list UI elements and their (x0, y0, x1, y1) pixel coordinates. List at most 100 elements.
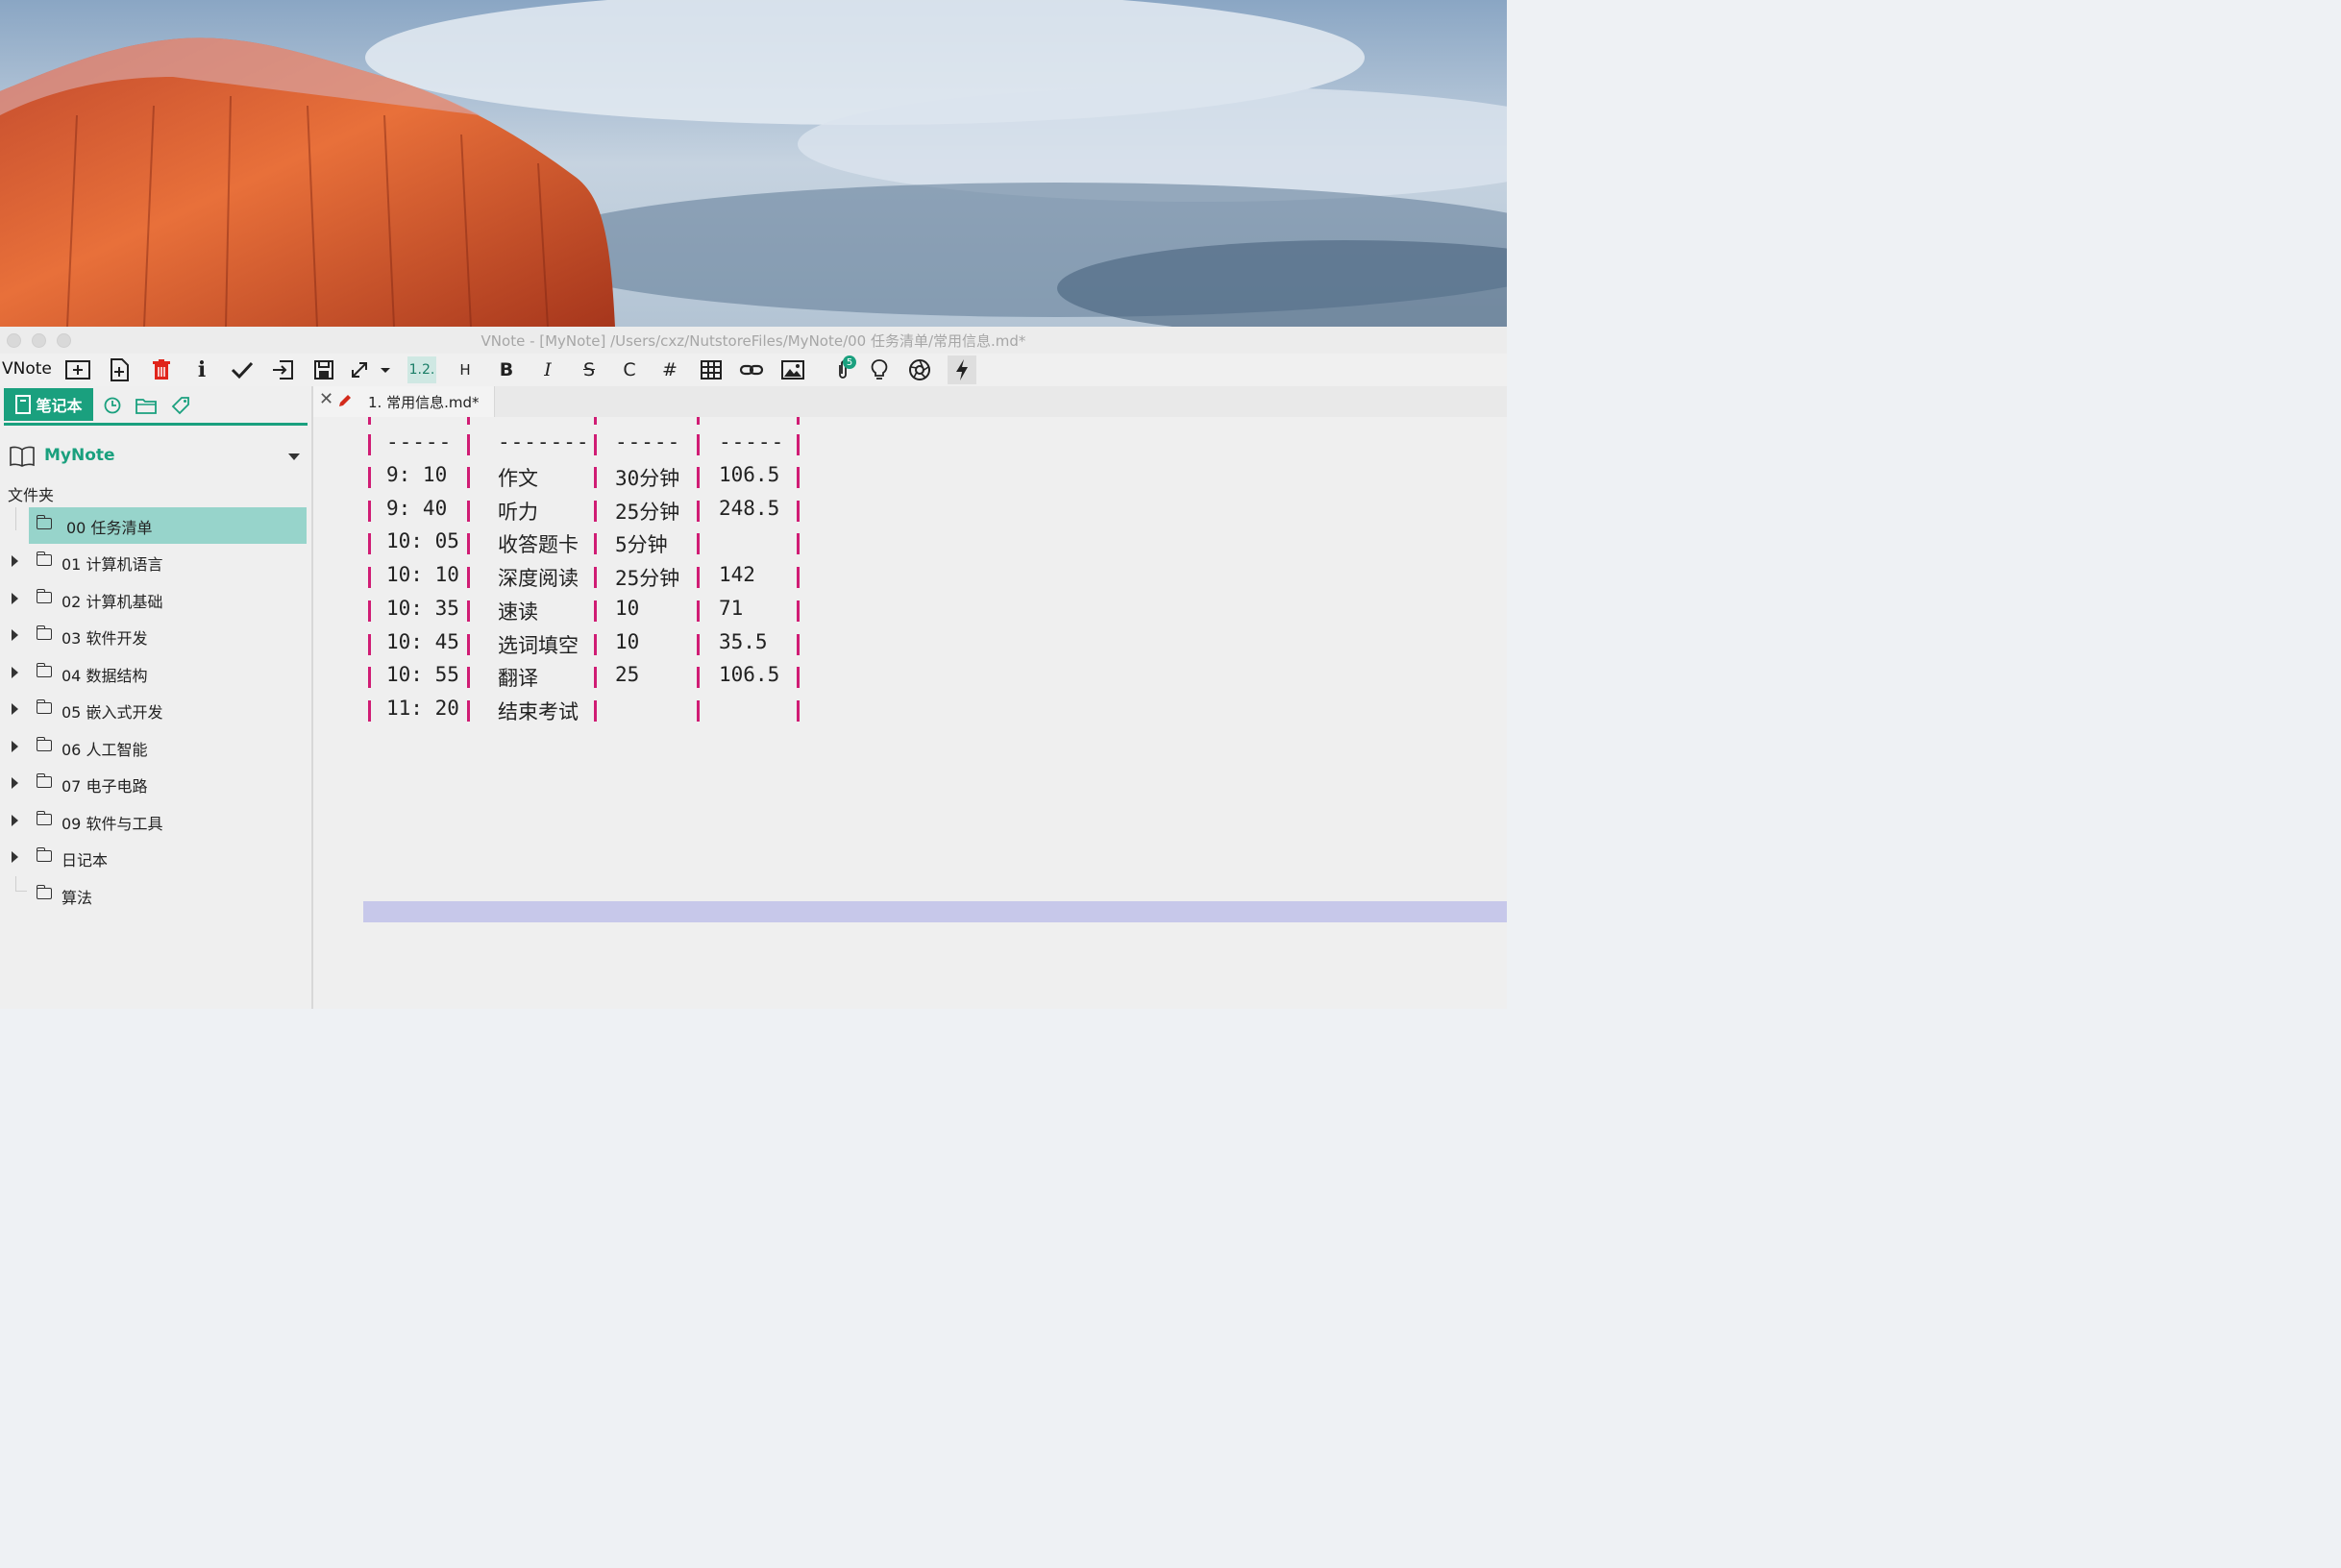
editor-tab-bar: ✕ 1. 常用信息.md* (313, 386, 1507, 417)
table-cell: 35.5 (719, 629, 768, 653)
expand-arrow-icon[interactable] (12, 667, 18, 678)
expand-arrow-icon[interactable] (12, 815, 18, 826)
table-cell: 作文 (498, 467, 538, 490)
export-icon[interactable] (270, 357, 295, 382)
table-pipe (467, 633, 470, 655)
table-cell: 142 (719, 563, 755, 587)
heading-button[interactable]: H (453, 357, 478, 382)
folder-item[interactable]: 09 软件与工具 (0, 803, 308, 840)
table-pipe (697, 434, 700, 455)
shutter-icon[interactable] (907, 357, 932, 382)
folder-item[interactable]: 算法 (0, 877, 308, 914)
table-cell: 5分钟 (615, 533, 668, 557)
editor-tab[interactable]: ✕ 1. 常用信息.md* (313, 386, 495, 417)
attachments-icon[interactable]: 5 (826, 355, 859, 382)
lightning-icon[interactable] (948, 355, 976, 384)
new-notebook-icon[interactable] (65, 357, 90, 382)
folder-item[interactable]: 04 数据结构 (0, 655, 308, 692)
expand-view-icon[interactable] (348, 357, 392, 382)
close-tab-icon[interactable]: ✕ (319, 389, 333, 409)
table-pipe (467, 533, 470, 555)
bold-button[interactable]: B (494, 357, 519, 382)
folder-item[interactable]: 03 软件开发 (0, 618, 308, 654)
tag-icon[interactable] (169, 394, 192, 417)
checkmark-icon[interactable] (230, 357, 255, 382)
tab-notebooks[interactable]: 笔记本 (4, 388, 93, 421)
folder-item[interactable]: 日记本 (0, 840, 308, 876)
folder-icon (36, 551, 52, 566)
desktop-wallpaper (0, 0, 1507, 327)
expand-arrow-icon[interactable] (12, 593, 18, 604)
table-pipe (368, 699, 371, 722)
folder-item[interactable]: 05 嵌入式开发 (0, 692, 308, 728)
notebook-name: MyNote (44, 446, 115, 465)
history-icon[interactable] (101, 394, 124, 417)
table-pipe (368, 533, 371, 555)
table-separator: ------- (498, 430, 590, 453)
save-icon[interactable] (311, 357, 336, 382)
expand-arrow-icon[interactable] (12, 555, 18, 567)
info-icon[interactable]: i (189, 357, 214, 382)
table-cell: 25 (615, 663, 640, 687)
table-pipe (594, 417, 597, 425)
table-pipe (697, 600, 700, 622)
link-icon[interactable] (739, 357, 764, 382)
delete-icon[interactable] (149, 357, 174, 382)
tree-guide-line (15, 507, 16, 530)
folder-label: 03 软件开发 (62, 629, 148, 648)
explorer-folder-icon[interactable] (135, 394, 158, 417)
folder-label: 04 数据结构 (62, 667, 148, 685)
table-pipe (697, 633, 700, 655)
table-cell: 106.5 (719, 663, 780, 687)
table-cell: 248.5 (719, 496, 780, 520)
lightbulb-icon[interactable] (867, 357, 892, 382)
expand-arrow-icon[interactable] (12, 777, 18, 789)
code-block-button[interactable]: # (657, 357, 682, 382)
expand-arrow-icon[interactable] (12, 741, 18, 752)
table-cell: 听力 (498, 500, 538, 524)
table-pipe (697, 500, 700, 522)
folder-item[interactable]: 02 计算机基础 (0, 581, 308, 618)
table-pipe (697, 467, 700, 488)
table-pipe (368, 500, 371, 522)
markdown-editor-content[interactable]: ----- ------- ----- ----- 9: 10 作文 30分钟 106.5 9:… (313, 417, 1507, 1009)
notebook-icon (15, 395, 32, 414)
table-pipe (368, 434, 371, 455)
folder-label: 算法 (62, 889, 93, 907)
folder-icon (36, 773, 52, 788)
folder-label: 07 电子电路 (62, 777, 148, 796)
folder-item[interactable]: 07 电子电路 (0, 766, 308, 802)
folder-item[interactable]: 01 计算机语言 (0, 544, 308, 580)
strikethrough-button[interactable]: S (577, 357, 602, 382)
folder-label: 06 人工智能 (62, 741, 148, 759)
new-note-icon[interactable] (107, 357, 132, 382)
sidebar: 笔记本 MyNote 文件夹 00 任务清单 01 计算机语言 02 计算机基础 03… (0, 386, 313, 1009)
expand-arrow-icon[interactable] (12, 851, 18, 863)
table-icon[interactable] (699, 357, 724, 382)
table-pipe (697, 567, 700, 589)
folder-label: 00 任务清单 (66, 519, 153, 537)
table-cell: 71 (719, 596, 744, 620)
table-pipe (467, 600, 470, 622)
current-line-highlight (363, 901, 1507, 922)
expand-arrow-icon[interactable] (12, 629, 18, 641)
chevron-down-icon[interactable] (288, 453, 300, 460)
italic-button[interactable]: I (535, 357, 560, 382)
table-cell: 25分钟 (615, 500, 680, 524)
notebook-selector[interactable]: MyNote (10, 444, 308, 471)
table-pipe (797, 667, 800, 689)
folder-item[interactable]: 06 人工智能 (0, 729, 308, 766)
folder-label: 日记本 (62, 851, 109, 870)
expand-arrow-icon[interactable] (12, 703, 18, 715)
folder-icon (36, 885, 52, 899)
table-pipe (797, 533, 800, 555)
table-cell: 收答题卡 (498, 533, 579, 557)
main-toolbar: VNote i 1.2. H B I S C # 5 (0, 354, 1507, 386)
image-icon[interactable] (780, 357, 805, 382)
app-name: VNote (2, 359, 52, 379)
table-pipe (797, 434, 800, 455)
heading-sequence-button[interactable]: 1.2. (407, 356, 436, 383)
folder-item[interactable]: 00 任务清单 (29, 507, 307, 544)
inline-code-button[interactable]: C (617, 357, 642, 382)
table-pipe (797, 600, 800, 622)
